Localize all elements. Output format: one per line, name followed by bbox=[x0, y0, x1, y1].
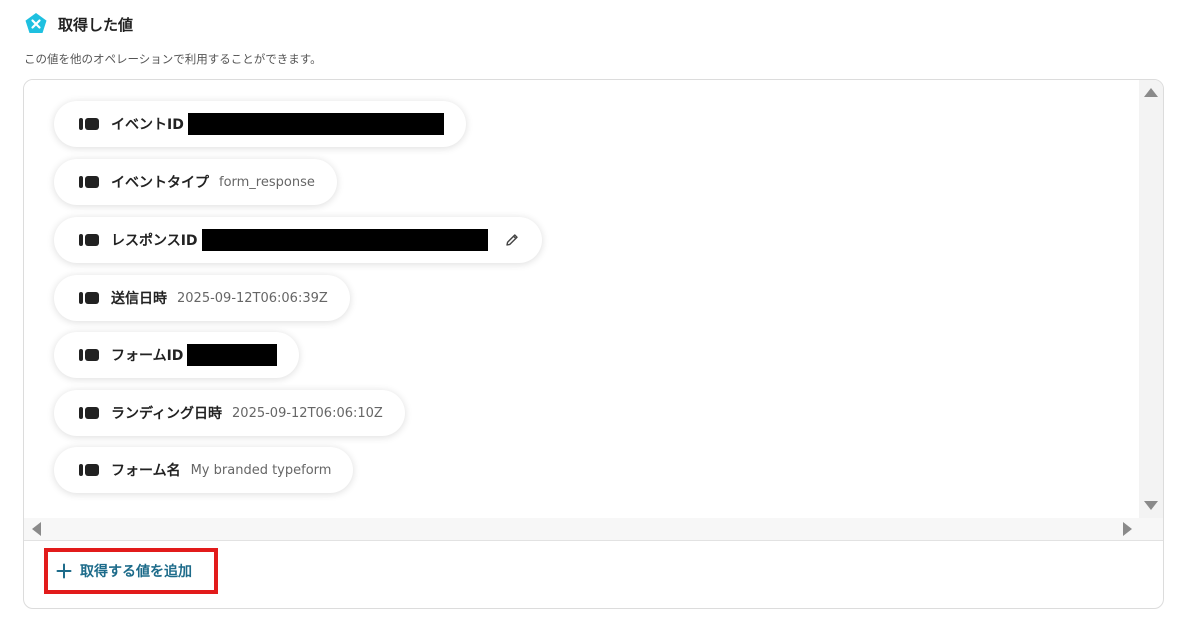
section-header: 取得した値 bbox=[24, 12, 133, 36]
drag-handle-icon bbox=[79, 292, 99, 304]
value-text: form_response bbox=[219, 174, 315, 190]
values-panel: イベントID イベントタイプ form_response レスポンスID 送信日… bbox=[23, 79, 1164, 609]
scroll-right-icon[interactable] bbox=[1123, 522, 1132, 536]
horizontal-scrollbar[interactable] bbox=[24, 518, 1163, 540]
value-label: レスポンスID bbox=[111, 233, 198, 249]
x-badge-icon bbox=[25, 13, 47, 33]
value-pill-form-name[interactable]: フォーム名 My branded typeform bbox=[54, 447, 354, 493]
value-pill-response-id[interactable]: レスポンスID bbox=[54, 217, 542, 263]
drag-handle-icon bbox=[79, 464, 99, 476]
redacted-value bbox=[201, 229, 488, 251]
value-label: 送信日時 bbox=[111, 291, 167, 307]
value-text: 2025-09-12T06:06:39Z bbox=[177, 290, 328, 306]
redacted-value bbox=[187, 113, 444, 135]
drag-handle-icon bbox=[79, 176, 99, 188]
pencil-edit-icon[interactable] bbox=[504, 232, 520, 248]
drag-handle-icon bbox=[79, 234, 99, 246]
redacted-value bbox=[187, 344, 278, 366]
value-label: イベントタイプ bbox=[111, 175, 209, 191]
value-text: 2025-09-12T06:06:10Z bbox=[232, 405, 383, 421]
value-pill-event-type[interactable]: イベントタイプ form_response bbox=[54, 159, 337, 205]
value-pill-form-id[interactable]: フォームID bbox=[54, 332, 300, 378]
add-value-button[interactable]: 取得する値を追加 bbox=[44, 548, 218, 594]
plus-icon bbox=[56, 563, 72, 579]
divider bbox=[24, 540, 1163, 541]
scroll-up-icon[interactable] bbox=[1144, 88, 1158, 97]
value-pill-submitted-at[interactable]: 送信日時 2025-09-12T06:06:39Z bbox=[54, 275, 350, 321]
value-label: フォームID bbox=[111, 348, 184, 364]
value-label: フォーム名 bbox=[111, 463, 181, 479]
drag-handle-icon bbox=[79, 349, 99, 361]
value-label: ランディング日時 bbox=[111, 406, 223, 422]
value-text: My branded typeform bbox=[190, 462, 332, 478]
drag-handle-icon bbox=[79, 407, 99, 419]
scroll-down-icon[interactable] bbox=[1144, 501, 1158, 510]
value-pill-landed-at[interactable]: ランディング日時 2025-09-12T06:06:10Z bbox=[54, 390, 405, 436]
values-list: イベントID イベントタイプ form_response レスポンスID 送信日… bbox=[24, 80, 1138, 518]
drag-handle-icon bbox=[79, 118, 99, 130]
vertical-scrollbar[interactable] bbox=[1139, 80, 1163, 518]
scroll-left-icon[interactable] bbox=[32, 522, 41, 536]
add-value-label: 取得する値を追加 bbox=[80, 564, 192, 580]
value-label: イベントID bbox=[111, 117, 184, 133]
value-pill-event-id[interactable]: イベントID bbox=[54, 101, 466, 147]
section-title: 取得した値 bbox=[58, 15, 134, 34]
section-subtitle: この値を他のオペレーションで利用することができます。 bbox=[24, 52, 322, 66]
